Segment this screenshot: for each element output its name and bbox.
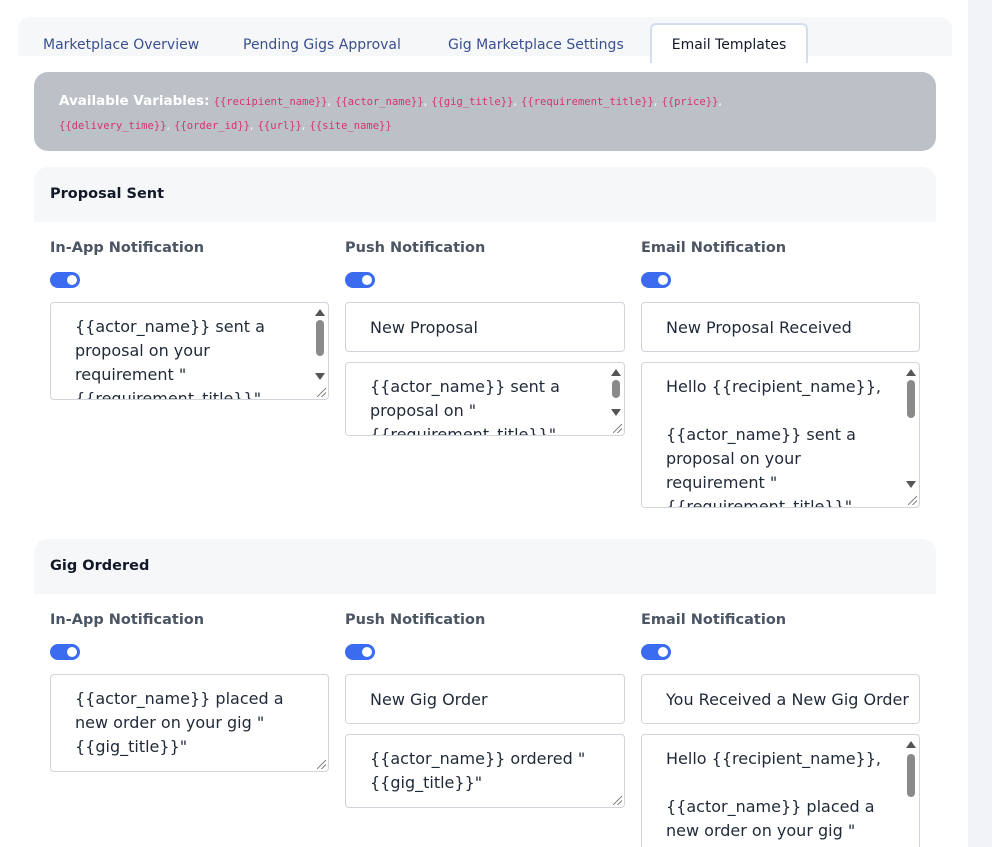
section-title: Proposal Sent bbox=[50, 186, 165, 202]
section-title: Gig Ordered bbox=[50, 558, 150, 574]
textarea-scrollbar[interactable] bbox=[903, 363, 919, 507]
scroll-thumb[interactable] bbox=[316, 320, 324, 356]
variable-token: {{price}} bbox=[661, 96, 719, 108]
in-app-message-text: {{actor_name}} placed a new order on you… bbox=[75, 689, 289, 756]
variable-separator: , bbox=[166, 119, 170, 132]
in-app-message-textarea[interactable]: {{actor_name}} placed a new order on you… bbox=[50, 674, 329, 772]
variable-token: {{order_id}} bbox=[174, 120, 250, 132]
section-header-proposal-sent: Proposal Sent bbox=[34, 167, 936, 222]
resize-handle-icon[interactable] bbox=[317, 388, 326, 397]
push-message-text: {{actor_name}} sent a proposal on "{{req… bbox=[370, 377, 565, 436]
push-title-text: New Proposal bbox=[370, 318, 478, 337]
variable-separator: , bbox=[718, 95, 722, 108]
push-notification-label: Push Notification bbox=[345, 240, 486, 256]
tab-marketplace-overview[interactable]: Marketplace Overview bbox=[43, 37, 199, 53]
variable-token: {{url}} bbox=[257, 120, 302, 132]
variable-separator: , bbox=[423, 95, 428, 108]
scroll-thumb[interactable] bbox=[612, 380, 620, 398]
resize-handle-icon[interactable] bbox=[613, 424, 622, 433]
push-title-input[interactable]: New Gig Order bbox=[345, 674, 625, 724]
push-message-textarea[interactable]: {{actor_name}} ordered "{{gig_title}}" bbox=[345, 734, 625, 808]
available-variables-banner: Available Variables: {{recipient_name}},… bbox=[34, 72, 936, 151]
email-subject-input[interactable]: You Received a New Gig Order bbox=[641, 674, 920, 724]
in-app-notification-label: In-App Notification bbox=[50, 612, 205, 628]
in-app-toggle[interactable] bbox=[50, 644, 80, 660]
resize-handle-icon[interactable] bbox=[908, 496, 917, 505]
scroll-thumb[interactable] bbox=[907, 380, 915, 418]
email-body-textarea[interactable]: Hello {{recipient_name}}, {{actor_name}}… bbox=[641, 734, 920, 847]
variable-token: {{actor_name}} bbox=[335, 96, 424, 108]
email-toggle[interactable] bbox=[641, 644, 671, 660]
scroll-down-arrow-icon[interactable] bbox=[315, 373, 325, 380]
in-app-message-textarea[interactable]: {{actor_name}} sent a proposal on your r… bbox=[50, 302, 329, 400]
push-toggle[interactable] bbox=[345, 272, 375, 288]
scroll-down-arrow-icon[interactable] bbox=[906, 481, 916, 488]
variable-token: {{recipient_name}} bbox=[213, 96, 328, 108]
scroll-up-arrow-icon[interactable] bbox=[906, 741, 916, 748]
push-title-input[interactable]: New Proposal bbox=[345, 302, 625, 352]
email-subject-input[interactable]: New Proposal Received bbox=[641, 302, 920, 352]
tab-pending-gigs-approval[interactable]: Pending Gigs Approval bbox=[243, 37, 401, 53]
variable-token: {{gig_title}} bbox=[431, 96, 514, 108]
email-body-text: Hello {{recipient_name}}, {{actor_name}}… bbox=[666, 377, 881, 508]
textarea-scrollbar[interactable] bbox=[312, 303, 328, 399]
email-body-text: Hello {{recipient_name}}, {{actor_name}}… bbox=[666, 749, 881, 840]
push-toggle[interactable] bbox=[345, 644, 375, 660]
push-message-text: {{actor_name}} ordered "{{gig_title}}" bbox=[370, 749, 586, 792]
variable-token: {{site_name}} bbox=[309, 120, 392, 132]
push-notification-label: Push Notification bbox=[345, 612, 486, 628]
push-title-text: New Gig Order bbox=[370, 690, 488, 709]
email-subject-text: New Proposal Received bbox=[666, 318, 852, 337]
push-message-textarea[interactable]: {{actor_name}} sent a proposal on "{{req… bbox=[345, 362, 625, 436]
section-header-gig-ordered: Gig Ordered bbox=[34, 539, 936, 594]
scroll-down-arrow-icon[interactable] bbox=[611, 409, 621, 416]
email-body-textarea[interactable]: Hello {{recipient_name}}, {{actor_name}}… bbox=[641, 362, 920, 508]
email-subject-text: You Received a New Gig Order bbox=[666, 690, 909, 709]
textarea-scrollbar[interactable] bbox=[903, 735, 919, 847]
in-app-toggle[interactable] bbox=[50, 272, 80, 288]
variable-separator: , bbox=[249, 119, 254, 132]
tab-email-templates[interactable]: Email Templates bbox=[650, 23, 808, 63]
tab-gig-marketplace-settings[interactable]: Gig Marketplace Settings bbox=[448, 37, 624, 53]
scroll-up-arrow-icon[interactable] bbox=[611, 369, 621, 376]
page-scrollbar[interactable] bbox=[968, 0, 992, 847]
in-app-notification-label: In-App Notification bbox=[50, 240, 205, 256]
variables-heading: Available Variables: bbox=[59, 93, 210, 109]
email-notification-label: Email Notification bbox=[641, 612, 787, 628]
variable-token: {{requirement_title}} bbox=[521, 96, 654, 108]
in-app-message-text: {{actor_name}} sent a proposal on your r… bbox=[75, 317, 270, 400]
scroll-thumb[interactable] bbox=[907, 754, 915, 797]
scroll-up-arrow-icon[interactable] bbox=[906, 369, 916, 376]
variable-separator: , bbox=[513, 95, 517, 108]
variable-token: {{delivery_time}} bbox=[59, 120, 167, 132]
resize-handle-icon[interactable] bbox=[613, 796, 622, 805]
variable-separator: , bbox=[301, 119, 306, 132]
email-notification-label: Email Notification bbox=[641, 240, 787, 256]
resize-handle-icon[interactable] bbox=[317, 760, 326, 769]
email-toggle[interactable] bbox=[641, 272, 671, 288]
scroll-up-arrow-icon[interactable] bbox=[315, 309, 325, 316]
variable-separator: , bbox=[327, 95, 331, 108]
variable-separator: , bbox=[653, 95, 658, 108]
